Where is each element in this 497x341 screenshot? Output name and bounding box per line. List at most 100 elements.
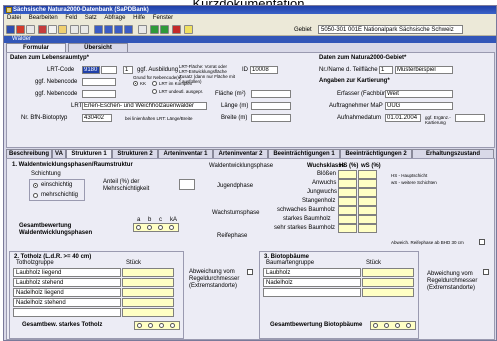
rating-c[interactable] — [158, 225, 163, 230]
anteil-field[interactable] — [179, 179, 195, 190]
rating-a[interactable] — [137, 323, 142, 328]
hs-cell[interactable] — [338, 179, 357, 188]
paste-icon[interactable] — [58, 25, 67, 34]
rating-c[interactable] — [159, 323, 164, 328]
previous-record-icon[interactable] — [104, 25, 113, 34]
ws-cell[interactable] — [358, 170, 377, 179]
menu-datei[interactable]: Datei — [7, 15, 21, 21]
ergaenzung-field[interactable] — [455, 114, 485, 122]
biotop-empty-row[interactable] — [263, 288, 361, 297]
rating-c[interactable] — [395, 323, 400, 328]
print-icon[interactable] — [16, 25, 25, 34]
tab-arteninventar-2[interactable]: Arteninventar 2 — [213, 149, 268, 158]
rating-ka[interactable] — [169, 225, 174, 230]
hs-cell[interactable] — [338, 197, 357, 206]
copy-icon[interactable] — [48, 25, 57, 34]
rating-ka[interactable] — [170, 323, 175, 328]
gebiet-select[interactable]: 5050-301 001E Nationalpark Sächsische Sc… — [318, 25, 463, 34]
radio-komplex[interactable] — [152, 81, 157, 86]
totholz-row[interactable]: Nadelholz liegend — [13, 288, 121, 297]
radio-mehrschichtig[interactable] — [33, 193, 38, 198]
ws-cell[interactable] — [358, 197, 377, 206]
biotop-abweichung-checkbox[interactable] — [483, 269, 489, 275]
hs-cell[interactable] — [338, 188, 357, 197]
help-icon[interactable] — [184, 25, 193, 34]
biotop-stueck-cell[interactable] — [362, 288, 414, 297]
biotop-stueck-cell[interactable] — [362, 278, 414, 287]
hs-cell[interactable] — [338, 170, 357, 179]
totholz-row[interactable]: Nadelholz stehend — [13, 298, 121, 307]
tab-beschreibung[interactable]: Beschreibung — [6, 149, 52, 158]
erfasser-field[interactable]: Weit — [385, 90, 453, 98]
auspraegung-field[interactable]: 1 — [123, 66, 133, 74]
totholz-stueck-cell[interactable] — [122, 278, 174, 287]
menu-fenster[interactable]: Fenster — [153, 15, 173, 21]
breite-field[interactable] — [251, 114, 291, 122]
nebencode-field-2[interactable] — [82, 90, 116, 98]
hs-cell[interactable] — [338, 224, 357, 233]
ws-cell[interactable] — [358, 188, 377, 197]
nebencode-field-1[interactable] — [82, 78, 116, 86]
ws-cell[interactable] — [358, 179, 377, 188]
flaeche-field[interactable] — [251, 90, 291, 98]
totholz-row[interactable]: Laubholz liegend — [13, 268, 121, 277]
rating-ka[interactable] — [406, 323, 411, 328]
tab-va[interactable]: VA — [52, 149, 66, 158]
tab-arteninventar-1[interactable]: Arteninventar 1 — [158, 149, 213, 158]
aufnahme-field[interactable]: 01.01.2004 — [385, 114, 421, 122]
rating-b[interactable] — [384, 323, 389, 328]
tab-formular[interactable]: Formular — [6, 43, 66, 52]
ws-cell[interactable] — [358, 206, 377, 215]
menu-hilfe[interactable]: Hilfe — [133, 15, 145, 21]
preview-icon[interactable] — [26, 25, 35, 34]
ws-cell[interactable] — [358, 215, 377, 224]
totholz-abweichung-checkbox[interactable] — [247, 269, 253, 275]
radio-unsicher[interactable] — [152, 89, 157, 94]
add-record-icon[interactable] — [150, 25, 159, 34]
biotop-stueck-cell[interactable] — [362, 268, 414, 277]
rating-a[interactable] — [373, 323, 378, 328]
save-icon[interactable] — [6, 25, 15, 34]
tab-erhaltungszustand[interactable]: Erhaltungszustand — [412, 149, 494, 158]
totholz-row[interactable]: Laubholz stehend — [13, 278, 121, 287]
cut-icon[interactable] — [38, 25, 47, 34]
totholz-stueck-cell[interactable] — [122, 298, 174, 307]
totholz-stueck-cell[interactable] — [122, 308, 174, 317]
delete-record-icon[interactable] — [160, 25, 169, 34]
id-field[interactable]: 10008 — [250, 66, 278, 74]
undo-icon[interactable] — [70, 25, 79, 34]
totholz-stueck-cell[interactable] — [122, 268, 174, 277]
hs-cell[interactable] — [338, 206, 357, 215]
redo-icon[interactable] — [80, 25, 89, 34]
lrt-field[interactable]: Erlen-Eschen- und Weichholzauenwälder — [82, 102, 207, 110]
ws-cell[interactable] — [358, 224, 377, 233]
stop-icon[interactable] — [172, 25, 181, 34]
teilflaeche-nr-field[interactable]: 1 — [379, 66, 393, 74]
tab-beeintraechtigungen-2[interactable]: Beeinträchtigungen 2 — [340, 149, 412, 158]
last-record-icon[interactable] — [124, 25, 133, 34]
biotop-row[interactable]: Nadelholz — [263, 278, 361, 287]
tab-uebersicht[interactable]: Übersicht — [68, 43, 128, 52]
laenge-field[interactable] — [251, 102, 291, 110]
rating-a[interactable] — [136, 225, 141, 230]
abweich-reifephase-checkbox[interactable] — [479, 239, 485, 245]
tab-beeintraechtigungen-1[interactable]: Beeinträchtigungen 1 — [268, 149, 340, 158]
totholz-stueck-cell[interactable] — [122, 288, 174, 297]
next-record-icon[interactable] — [114, 25, 123, 34]
lrt-code-suffix-field[interactable] — [101, 66, 117, 74]
radio-einschichtig[interactable] — [33, 183, 38, 188]
hs-cell[interactable] — [338, 215, 357, 224]
menu-feld[interactable]: Feld — [65, 15, 77, 21]
first-record-icon[interactable] — [94, 25, 103, 34]
tab-strukturen-2[interactable]: Strukturen 2 — [112, 149, 158, 158]
biotop-row[interactable]: Laubholz — [263, 268, 361, 277]
teilflaeche-name-field[interactable]: Musterbeispiel — [395, 66, 453, 74]
radio-kk[interactable] — [133, 81, 138, 86]
bfn-field[interactable]: 430402 — [82, 114, 112, 122]
rating-b[interactable] — [148, 323, 153, 328]
auftraggeber-field[interactable]: UUG — [385, 102, 453, 110]
home-icon[interactable] — [138, 25, 147, 34]
totholz-empty-row[interactable] — [13, 308, 121, 317]
menu-abfrage[interactable]: Abfrage — [104, 15, 125, 21]
menu-bearbeiten[interactable]: Bearbeiten — [29, 15, 58, 21]
